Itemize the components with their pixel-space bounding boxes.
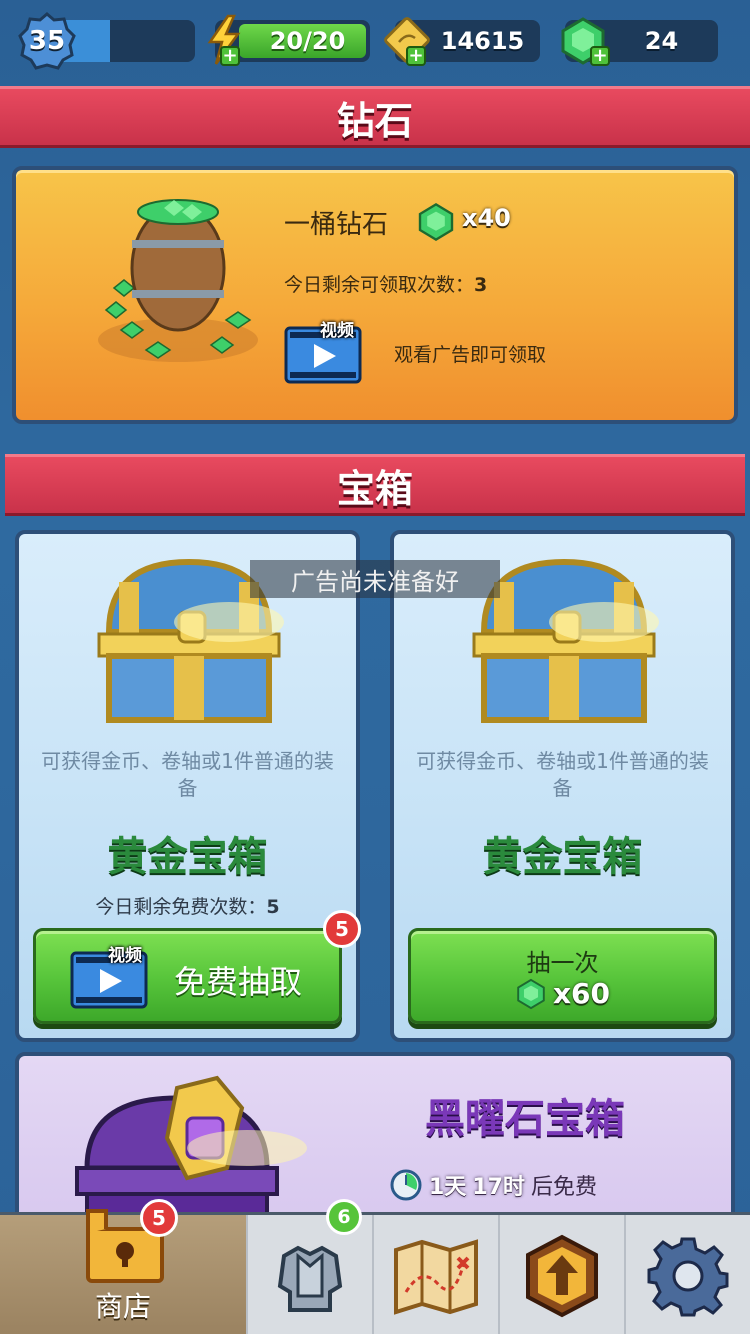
resource-bar: 35 20/20 + 14615 + 24 + bbox=[0, 0, 750, 84]
gem-value: 24 bbox=[644, 27, 679, 55]
draw-cost: x60 bbox=[411, 977, 714, 1010]
gem-icon bbox=[418, 203, 454, 241]
watch-video-button[interactable]: 视频 bbox=[284, 320, 366, 386]
remaining-label: 今日剩余免费次数： bbox=[95, 896, 267, 918]
section-header-diamond: 钻石 bbox=[0, 86, 750, 148]
remaining-label: 今日剩余可领取次数： bbox=[284, 274, 475, 296]
gem-icon bbox=[517, 978, 545, 1009]
nav-tab-settings[interactable] bbox=[626, 1215, 750, 1334]
chest-description: 可获得金币、卷轴或1件普通的装备 bbox=[41, 749, 334, 800]
nav-tab-upgrade[interactable] bbox=[500, 1215, 626, 1334]
bottom-navigation: 5 商店 6 bbox=[0, 1199, 750, 1334]
equipment-badge: 6 bbox=[326, 1199, 362, 1235]
offer-title: 一桶钻石 bbox=[284, 210, 389, 240]
add-gem-button[interactable]: + bbox=[590, 46, 610, 66]
settings-gear-icon bbox=[647, 1237, 729, 1317]
nav-tab-map[interactable] bbox=[374, 1215, 500, 1334]
free-draw-button[interactable]: 视频 免费抽取 bbox=[33, 928, 342, 1024]
ad-not-ready-toast: 广告尚未准备好 bbox=[250, 560, 500, 598]
remaining-value: 3 bbox=[474, 274, 488, 296]
timer-suffix: 后免费 bbox=[530, 1175, 597, 1200]
level-number: 35 bbox=[28, 26, 66, 56]
clock-icon bbox=[390, 1169, 422, 1201]
upgrade-arrow-icon bbox=[526, 1234, 598, 1318]
video-tag: 视频 bbox=[320, 321, 354, 341]
chest-description: 可获得金币、卷轴或1件普通的装备 bbox=[416, 749, 709, 800]
gem-barrel-icon bbox=[98, 199, 258, 362]
scroll-value: 14615 bbox=[440, 27, 525, 55]
add-energy-button[interactable]: + bbox=[220, 46, 240, 66]
armor-icon bbox=[277, 1245, 343, 1312]
video-tag: 视频 bbox=[108, 946, 142, 966]
energy-value: 20/20 bbox=[269, 27, 346, 55]
chest-name: 黄金宝箱 bbox=[107, 834, 268, 880]
gold-chest-card-free[interactable]: 可获得金币、卷轴或1件普通的装备 黄金宝箱 今日剩余免费次数：5 视频 免费抽取… bbox=[15, 530, 361, 1042]
shop-badge: 5 bbox=[140, 1199, 178, 1237]
chest-name: 黄金宝箱 bbox=[482, 834, 643, 880]
add-scroll-button[interactable]: + bbox=[406, 46, 426, 66]
obsidian-timer: 1天 17时 后免费 bbox=[389, 1168, 597, 1202]
nav-tab-shop[interactable]: 5 商店 bbox=[0, 1199, 248, 1334]
timer-days: 1天 bbox=[429, 1175, 467, 1200]
level-badge-icon[interactable]: 35 bbox=[18, 12, 76, 70]
free-draw-count-badge: 5 bbox=[323, 910, 361, 948]
offer-remaining: 今日剩余可领取次数：3 bbox=[284, 270, 487, 297]
offer-quantity: x40 bbox=[462, 204, 511, 232]
chest-remaining: 今日剩余免费次数：5 bbox=[19, 892, 356, 919]
cost-value: x60 bbox=[552, 977, 611, 1010]
draw-once-label: 抽一次 bbox=[526, 949, 599, 977]
remaining-value: 5 bbox=[266, 896, 280, 918]
map-icon bbox=[394, 1239, 478, 1315]
section-header-chest: 宝箱 bbox=[5, 454, 745, 516]
free-draw-label: 免费抽取 bbox=[174, 963, 303, 1001]
diamond-offer-card[interactable]: 一桶钻石 x40 今日剩余可领取次数：3 视频 观看广告即可领取 bbox=[12, 166, 738, 424]
gold-chest-card-paid[interactable]: 可获得金币、卷轴或1件普通的装备 黄金宝箱 抽一次 x60 bbox=[390, 530, 735, 1042]
nav-tab-equipment[interactable]: 6 bbox=[248, 1199, 374, 1334]
nav-shop-label: 商店 bbox=[94, 1290, 151, 1323]
video-icon-wrapper: 视频 bbox=[70, 945, 152, 1011]
draw-once-button[interactable]: 抽一次 x60 bbox=[408, 928, 717, 1024]
obsidian-chest-name: 黑曜石宝箱 bbox=[425, 1096, 625, 1142]
timer-hours: 17时 bbox=[472, 1175, 525, 1200]
watch-ad-text: 观看广告即可领取 bbox=[394, 344, 547, 366]
